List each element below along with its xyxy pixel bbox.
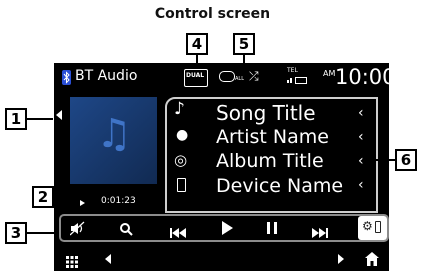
album-artwork: ♫ — [70, 97, 157, 184]
callout-5: 5 — [233, 33, 255, 55]
callout-4: 4 — [186, 33, 208, 55]
tel-label: TEL — [287, 67, 298, 74]
song-title: Song Title — [216, 101, 316, 125]
music-note-icon: ♫ — [96, 111, 132, 157]
previous-track-icon[interactable] — [170, 223, 186, 238]
device-name: Device Name — [216, 175, 344, 197]
callout-4-leader — [196, 55, 198, 69]
home-icon[interactable] — [365, 251, 379, 266]
callout-2: 2 — [32, 186, 54, 208]
play-icon[interactable] — [222, 221, 233, 235]
artist-icon: ● — [176, 127, 189, 143]
mute-icon[interactable] — [69, 221, 86, 236]
back-icon[interactable] — [105, 254, 111, 264]
page-heading: Control screen — [154, 6, 271, 22]
dual-zone-icon[interactable]: DUAL — [184, 69, 208, 87]
shuffle-icon[interactable]: ⤮ — [249, 69, 259, 84]
chevron-left-icon[interactable]: ‹ — [358, 177, 364, 193]
callout-3: 3 — [5, 222, 27, 244]
chevron-left-icon[interactable]: ‹ — [358, 153, 364, 169]
album-icon: ◎ — [174, 151, 188, 169]
gear-icon: ⚙ — [362, 219, 373, 233]
music-note-icon: ♪ — [174, 99, 185, 119]
source-label[interactable]: BT Audio — [75, 68, 137, 84]
callout-1: 1 — [5, 108, 27, 130]
dual-zone-label: DUAL — [186, 72, 205, 79]
callout-3-leader — [27, 232, 59, 234]
signal-battery-icon — [287, 76, 307, 84]
search-icon[interactable] — [119, 221, 133, 236]
callout-5-leader — [243, 55, 245, 69]
callout-2-leader — [54, 196, 74, 198]
track-info-panel[interactable]: ♪ Song Title ‹ ● Artist Name ‹ ◎ Album T… — [165, 97, 378, 213]
chevron-left-icon[interactable]: ‹ — [358, 129, 364, 145]
bluetooth-audio-icon — [62, 70, 71, 85]
play-time: 0:01:23 — [101, 196, 136, 206]
head-unit-screen: BT Audio DUAL ALL ⤮ TEL AM 10:00 ♫ 0:01:… — [54, 63, 396, 271]
chevron-left-icon[interactable]: ‹ — [358, 105, 364, 121]
callout-6-leader — [376, 159, 395, 161]
pause-icon[interactable] — [267, 222, 277, 234]
next-track-icon[interactable] — [312, 223, 328, 238]
callout-6: 6 — [395, 149, 417, 171]
album-title: Album Title — [216, 150, 324, 172]
callout-1-leader — [27, 118, 53, 120]
artist-name: Artist Name — [216, 126, 329, 148]
clock-time: 10:00 — [335, 65, 396, 89]
forward-icon[interactable] — [338, 254, 344, 264]
ampm-label: AM — [323, 69, 336, 78]
repeat-label: ALL — [235, 76, 244, 82]
device-settings-button[interactable]: ⚙ — [358, 216, 387, 240]
info-panel-toggle[interactable] — [56, 110, 62, 120]
repeat-icon[interactable] — [219, 71, 235, 82]
device-icon — [177, 178, 186, 192]
play-status-icon — [80, 200, 85, 206]
app-menu-icon[interactable] — [66, 253, 78, 268]
phone-icon — [375, 221, 381, 233]
